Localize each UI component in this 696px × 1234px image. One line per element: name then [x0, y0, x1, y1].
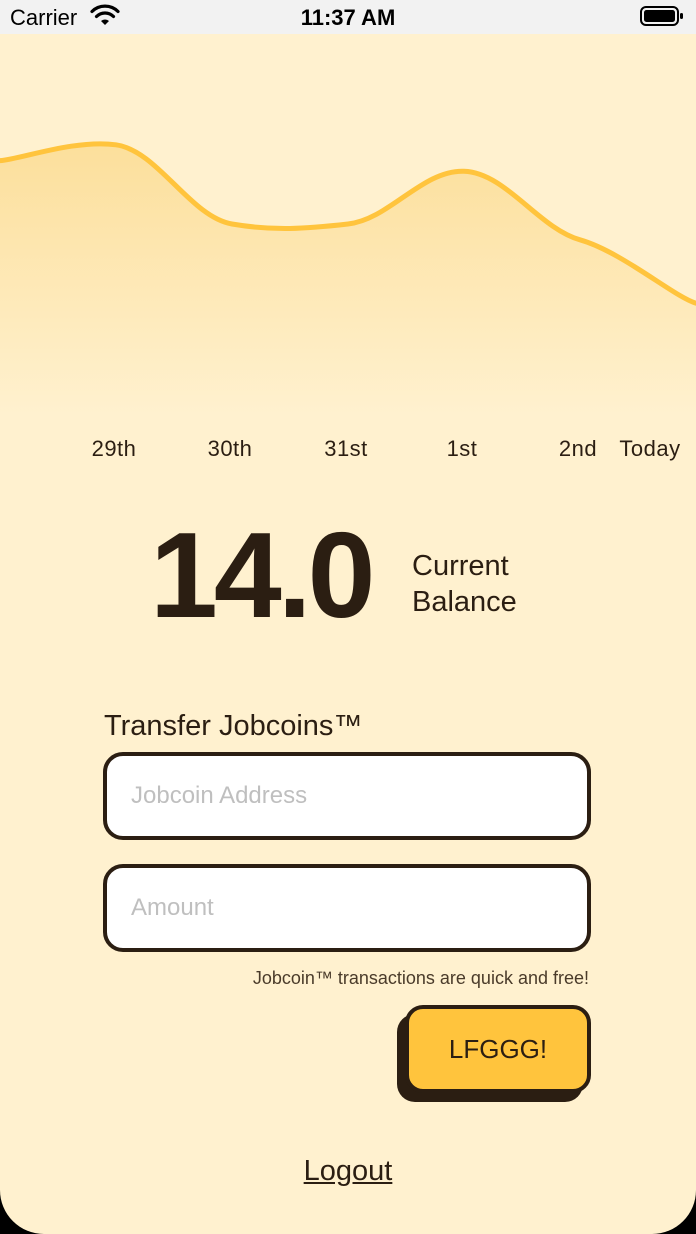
- amount-field[interactable]: [103, 864, 591, 952]
- balance-history-chart: [0, 34, 696, 414]
- chart-x-tick-label: 29th: [91, 436, 137, 461]
- address-field[interactable]: [103, 752, 591, 840]
- chart-x-tick-label: 31st: [324, 436, 368, 461]
- chart-x-tick-label: 30th: [207, 436, 253, 461]
- transfer-title: Transfer Jobcoins™: [104, 710, 363, 742]
- battery-full-icon: [640, 5, 684, 27]
- chart-x-tick-label: 2nd: [558, 436, 598, 461]
- status-bar: Carrier 11:37 AM: [0, 0, 696, 34]
- chart-x-tick-label: Today: [619, 436, 681, 461]
- balance-label: Current Balance: [412, 550, 517, 618]
- logout-link[interactable]: Logout: [0, 1155, 696, 1188]
- amount-input[interactable]: [131, 868, 551, 948]
- status-time: 11:37 AM: [300, 5, 396, 30]
- app-screen: Carrier 11:37 AM 29th 30th 31st 1st 2nd …: [0, 0, 696, 1234]
- submit-transfer-button[interactable]: LFGGG!: [405, 1005, 591, 1093]
- transfer-hint: Jobcoin™ transactions are quick and free…: [252, 968, 589, 988]
- chart-x-axis: 29th 30th 31st 1st 2nd Today: [0, 436, 696, 466]
- balance-value: 14.0: [150, 507, 375, 643]
- chart-x-tick-label: 1st: [446, 436, 478, 461]
- chart-area-fill: [0, 143, 696, 414]
- address-input[interactable]: [131, 756, 551, 836]
